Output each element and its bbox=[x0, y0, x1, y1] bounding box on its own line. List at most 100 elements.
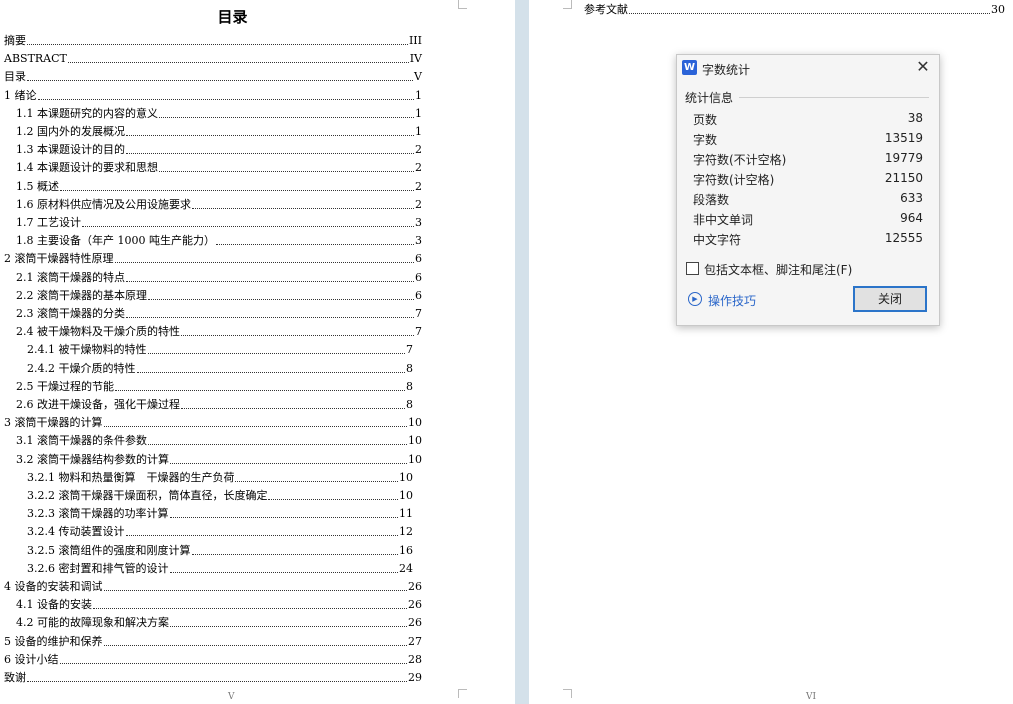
page-number-right: VI bbox=[806, 692, 817, 702]
toc-entry[interactable]: 2.1 滚筒干燥器的特点 6 bbox=[16, 271, 422, 285]
toc-entry[interactable]: 2.4.2 干燥介质的特性 8 bbox=[27, 362, 413, 376]
toc-entry-page: 12 bbox=[399, 525, 413, 539]
toc-entry[interactable]: 3.2 滚筒干燥器结构参数的计算 10 bbox=[16, 453, 422, 467]
toc-entry[interactable]: 5 设备的维护和保养 27 bbox=[4, 635, 422, 649]
statistic-row: 页数 38 bbox=[693, 109, 923, 129]
toc-entry[interactable]: 1.7 工艺设计 3 bbox=[16, 216, 422, 230]
toc-entry-text: 摘要 bbox=[4, 34, 26, 47]
statistic-row: 字符数(不计空格) 19779 bbox=[693, 149, 923, 169]
toc-entry[interactable]: 1.4 本课题设计的要求和思想 2 bbox=[16, 161, 422, 175]
toc-entry[interactable]: 目录 V bbox=[4, 70, 422, 84]
toc-entry[interactable]: 2.5 干燥过程的节能 8 bbox=[16, 380, 413, 394]
toc-entry-text: 4 设备的安装和调试 bbox=[4, 580, 103, 593]
toc-entry-text: 4.1 设备的安装 bbox=[16, 598, 92, 612]
toc-entry-text: 3.1 滚筒干燥器的条件参数 bbox=[16, 434, 147, 448]
toc-entry-page: 1 bbox=[415, 106, 422, 120]
toc-entry[interactable]: 6 设计小结 28 bbox=[4, 653, 422, 667]
toc-entry-text: 6 设计小结 bbox=[4, 652, 59, 666]
toc-leader-dots bbox=[268, 498, 398, 500]
toc-entry-page: 3 bbox=[415, 234, 422, 248]
toc-entry-page: 8 bbox=[406, 379, 413, 393]
toc-entry-page: 10 bbox=[408, 452, 422, 466]
toc-leader-dots bbox=[27, 43, 408, 45]
toc-entry[interactable]: 2.4.1 被干燥物料的特性 7 bbox=[27, 343, 413, 357]
toc-entry[interactable]: 2.3 滚筒干燥器的分类 7 bbox=[16, 307, 422, 321]
page-number-left: V bbox=[228, 692, 235, 702]
toc-entry[interactable]: 4.1 设备的安装 26 bbox=[16, 598, 422, 612]
toc-entry-text: 1.1 本课题研究的内容的意义 bbox=[16, 106, 158, 120]
toc-entry-page: 6 bbox=[415, 270, 422, 284]
toc-entry[interactable]: 1.8 主要设备（年产 1000 吨生产能力） 3 bbox=[16, 234, 422, 248]
toc-leader-dots bbox=[169, 516, 398, 519]
toc-entry[interactable]: 1 绪论 1 bbox=[4, 89, 422, 103]
close-icon[interactable]: ✕ bbox=[913, 57, 933, 77]
toc-entry-page: 28 bbox=[408, 652, 422, 666]
toc-entry-page: 26 bbox=[408, 598, 422, 612]
toc-entry-page: 10 bbox=[408, 434, 422, 448]
toc-entry[interactable]: 3.2.2 滚筒干燥器干燥面积，筒体直径，长度确定 10 bbox=[27, 489, 413, 503]
toc-entry-text: 致谢 bbox=[4, 671, 26, 684]
statistic-label: 字符数(不计空格) bbox=[693, 153, 787, 167]
toc-entry-page: 6 bbox=[415, 252, 422, 266]
toc-entry-page: V bbox=[414, 70, 422, 84]
toc-entry[interactable]: 3 滚筒干燥器的计算 10 bbox=[4, 416, 422, 430]
toc-entry-text: 1.8 主要设备（年产 1000 吨生产能力） bbox=[16, 234, 215, 248]
toc-leader-dots bbox=[192, 207, 414, 209]
statistic-row: 字数 13519 bbox=[693, 129, 923, 149]
toc-entry[interactable]: 3.2.5 滚筒组件的强度和刚度计算 16 bbox=[27, 544, 413, 558]
statistic-value: 19779 bbox=[884, 151, 923, 165]
toc-leader-dots bbox=[191, 553, 398, 555]
toc-entry-text: 2.5 干燥过程的节能 bbox=[16, 379, 114, 393]
toc-entry[interactable]: 3.2.4 传动装置设计 12 bbox=[27, 525, 413, 539]
checkbox-box[interactable] bbox=[686, 262, 699, 275]
toc-entry[interactable]: 致谢 29 bbox=[4, 671, 422, 685]
toc-entry[interactable]: 3.2.3 滚筒干燥器的功率计算 11 bbox=[27, 507, 413, 521]
toc-entry-page: 24 bbox=[399, 561, 413, 575]
toc-entry[interactable]: 1.6 原材料供应情况及公用设施要求 2 bbox=[16, 198, 422, 212]
toc-entry[interactable]: 2 滚筒干燥器特性原理 6 bbox=[4, 252, 422, 266]
statistic-row: 中文字符 12555 bbox=[693, 229, 923, 249]
close-button[interactable]: 关闭 bbox=[853, 286, 927, 312]
toc-entry-page: 6 bbox=[415, 288, 422, 302]
dialog-titlebar[interactable]: W 字数统计 ✕ bbox=[677, 55, 939, 81]
toc-leader-dots bbox=[103, 644, 407, 646]
toc-entry-page: 29 bbox=[408, 671, 422, 684]
toc-entry-text: 1.4 本课题设计的要求和思想 bbox=[16, 161, 158, 175]
document-page-left: 目录 摘要 III ABSTRACT IV 目录 V 1 绪论 1 1.1 本课题研究的内容的意… bbox=[0, 0, 515, 704]
toc-leader-dots bbox=[37, 98, 414, 100]
toc-entry[interactable]: 4 设备的安装和调试 26 bbox=[4, 580, 422, 594]
toc-leader-dots bbox=[115, 389, 405, 391]
toc-entry[interactable]: 2.2 滚筒干燥器的基本原理 6 bbox=[16, 289, 422, 303]
statistic-label: 字数 bbox=[693, 133, 718, 147]
toc-entry-text: 3.2 滚筒干燥器结构参数的计算 bbox=[16, 452, 169, 466]
toc-entry-text: 2 滚筒干燥器特性原理 bbox=[4, 252, 114, 266]
toc-entry[interactable]: 2.6 改进干燥设备，强化干燥过程 8 bbox=[16, 398, 413, 412]
toc-leader-dots bbox=[159, 116, 414, 118]
toc-entry[interactable]: 3.2.6 密封置和排气管的设计 24 bbox=[27, 562, 413, 576]
toc-entry[interactable]: 4.2 可能的故障现象和解决方案 26 bbox=[16, 616, 422, 630]
toc-leader-dots bbox=[126, 134, 414, 136]
statistic-row: 字符数(计空格) 21150 bbox=[693, 169, 923, 189]
toc-leader-dots bbox=[148, 298, 414, 300]
toc-entry-page: 8 bbox=[406, 361, 413, 375]
toc-leader-dots bbox=[136, 371, 405, 373]
toc-entry-text: 3.2.5 滚筒组件的强度和刚度计算 bbox=[27, 543, 191, 557]
toc-entry[interactable]: 2.4 被干燥物料及干燥介质的特性 7 bbox=[16, 325, 422, 339]
toc-entry[interactable]: 1.3 本课题设计的目的 2 bbox=[16, 143, 422, 157]
toc-entry-text: 1.6 原材料供应情况及公用设施要求 bbox=[16, 197, 191, 211]
toc-entry-references[interactable]: 参考文献 30 bbox=[584, 3, 1005, 17]
toc-entry[interactable]: 3.2.1 物料和热量衡算 干燥器的生产负荷 10 bbox=[27, 471, 413, 485]
toc-entry-page: 26 bbox=[408, 580, 422, 593]
toc-entry[interactable]: ABSTRACT IV bbox=[4, 52, 422, 66]
dialog-title: 字数统计 bbox=[702, 63, 751, 77]
toc-entry[interactable]: 1.1 本课题研究的内容的意义 1 bbox=[16, 107, 422, 121]
toc-entry-text: 2.1 滚筒干燥器的特点 bbox=[16, 270, 125, 284]
toc-leader-dots bbox=[103, 589, 407, 591]
toc-entry[interactable]: 1.2 国内外的发展概况 1 bbox=[16, 125, 422, 139]
play-circle-icon: ▶ bbox=[688, 292, 702, 306]
toc-entry[interactable]: 1.5 概述 2 bbox=[16, 180, 422, 194]
toc-entry[interactable]: 摘要 III bbox=[4, 34, 422, 48]
statistic-value: 13519 bbox=[884, 131, 923, 145]
toc-entry[interactable]: 3.1 滚筒干燥器的条件参数 10 bbox=[16, 434, 422, 448]
group-divider bbox=[739, 97, 929, 98]
